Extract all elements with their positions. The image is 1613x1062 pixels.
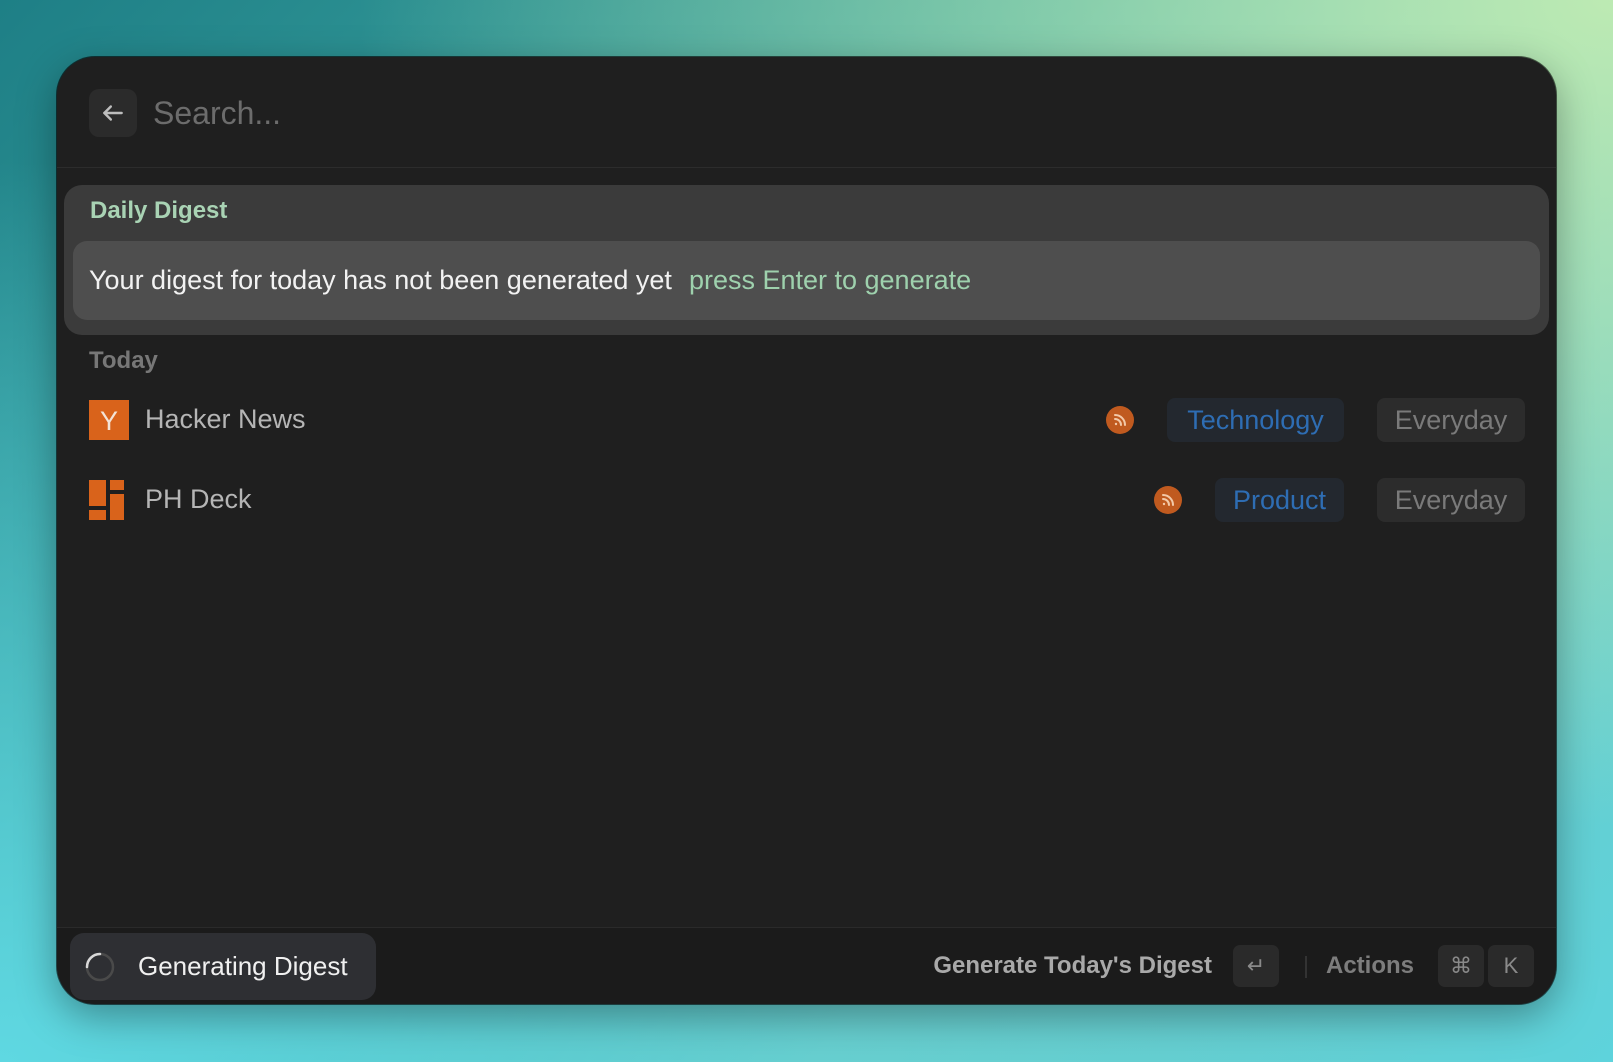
hacker-news-logo-icon: Y [89, 400, 129, 440]
arrow-left-icon [103, 105, 123, 121]
back-button[interactable] [89, 89, 137, 137]
generating-toast[interactable]: Generating Digest [70, 933, 376, 1000]
digest-list-item[interactable]: Your digest for today has not been gener… [73, 241, 1540, 320]
today-section-title: Today [89, 347, 158, 374]
loading-spinner-icon [85, 952, 115, 982]
search-input[interactable] [153, 87, 1453, 139]
rss-icon [1154, 486, 1182, 514]
k-key-icon: K [1488, 945, 1534, 987]
frequency-tag: Everyday [1377, 398, 1525, 442]
ph-deck-logo-icon [89, 480, 129, 520]
feed-row-hacker-news[interactable]: Y Hacker News Technology Everyday [57, 390, 1556, 450]
rss-icon [1106, 406, 1134, 434]
feed-row-ph-deck[interactable]: PH Deck Product Everyday [57, 470, 1556, 530]
action-bar: Generating Digest Generate Today's Diges… [57, 927, 1556, 1004]
feed-name: PH Deck [145, 484, 252, 514]
daily-digest-section: Daily Digest Your digest for today has n… [64, 185, 1549, 335]
feed-name: Hacker News [145, 404, 306, 434]
actions-button[interactable]: Actions [1326, 952, 1414, 980]
command-key-icon: ⌘ [1438, 945, 1484, 987]
category-tag: Product [1215, 478, 1344, 522]
footer-divider [1305, 956, 1307, 978]
primary-action-button[interactable]: Generate Today's Digest [933, 952, 1212, 980]
digest-status-message: Your digest for today has not been gener… [89, 265, 672, 295]
digest-hint: press Enter to generate [688, 265, 972, 295]
svg-text:Y: Y [100, 406, 118, 436]
daily-digest-title: Daily Digest [90, 197, 228, 224]
search-bar [57, 57, 1556, 168]
enter-key-icon: ↵ [1233, 945, 1279, 987]
toast-label: Generating Digest [138, 951, 348, 981]
category-tag: Technology [1167, 398, 1344, 442]
raycast-window: Daily Digest Your digest for today has n… [57, 57, 1556, 1004]
frequency-tag: Everyday [1377, 478, 1525, 522]
